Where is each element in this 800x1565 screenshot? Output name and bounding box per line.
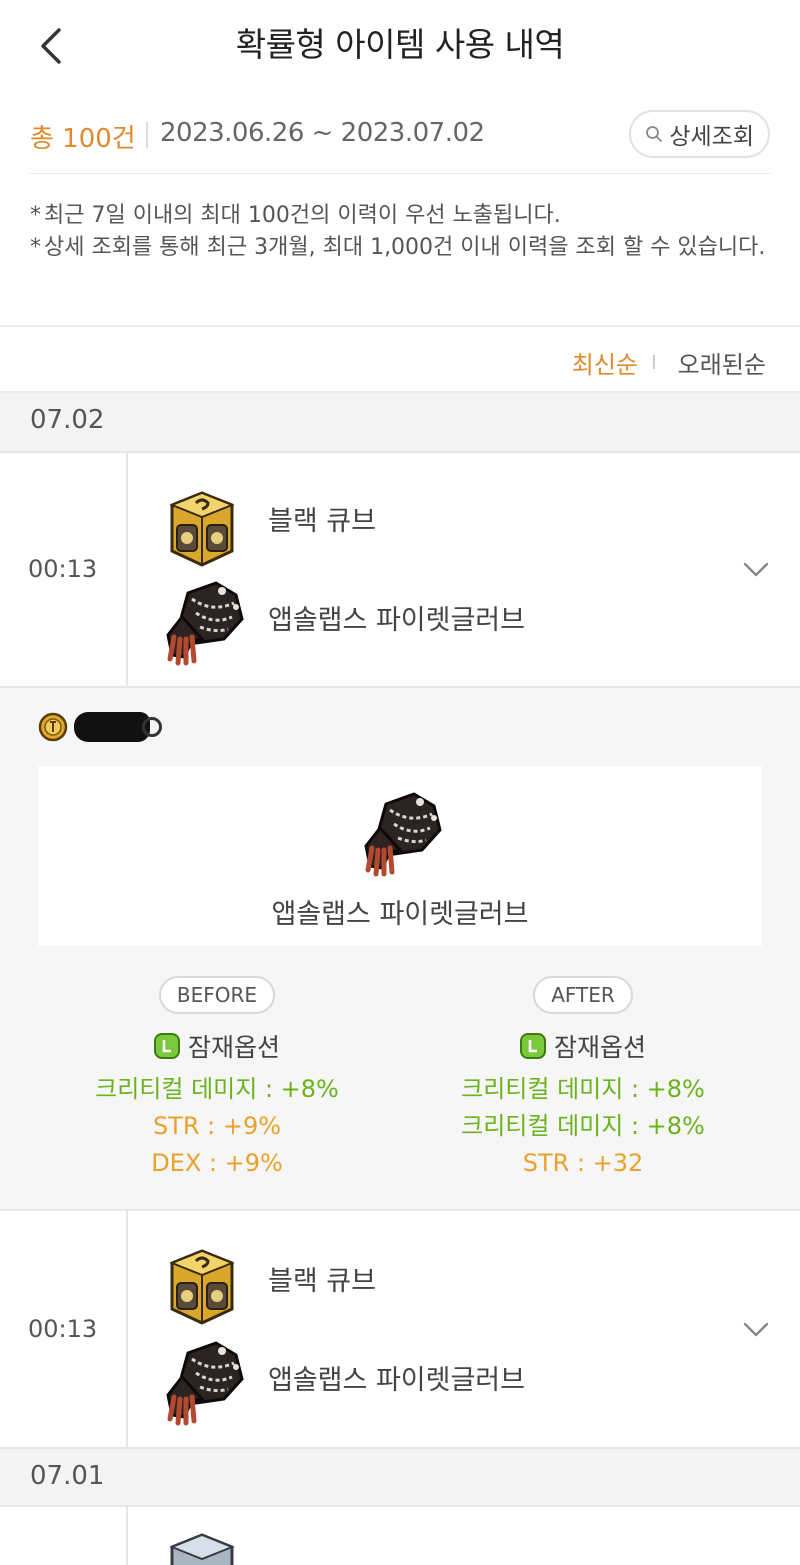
option-line: DEX : +9% [151,1149,283,1177]
option-line: 크리티컬 데미지 : +8% [461,1112,705,1140]
cube-icon [160,1529,244,1565]
chevron-down-icon[interactable] [742,1315,770,1343]
total-count: 총 100건 [30,124,136,154]
divider [146,122,148,148]
black-cube-icon [160,487,244,571]
notice-line: * 최근 7일 이내의 최대 100건의 이력이 우선 노출됩니다. [30,203,561,228]
sort-bar: 최신순 오래된순 [0,325,800,393]
after-column: AFTER 잠재옵션 크리티컬 데미지 : +8% 크리티컬 데미지 : +8%… [403,976,763,1182]
after-label: AFTER [533,976,633,1014]
sort-oldest-button[interactable]: 오래된순 [678,345,766,380]
sort-newest-button[interactable]: 최신순 [572,345,638,380]
cube-name: 블랙 큐브 [268,506,376,537]
redacted-name-tail [142,717,162,737]
date-group-header: 07.02 [0,393,800,453]
option-line: STR : +9% [152,1112,282,1140]
option-line: 크리티컬 데미지 : +8% [461,1075,705,1103]
glove-item-icon [350,784,446,880]
item-name: 앱솔랩스 파이렛글러브 [268,605,525,636]
before-label: BEFORE [158,976,276,1014]
entry-time: 00:13 [28,555,98,583]
legendary-grade-icon [519,1033,546,1059]
item-card-name: 앱솔랩스 파이렛글러브 [271,899,529,930]
detail-search-label: 상세조회 [669,124,754,150]
detail-search-button[interactable]: 상세조회 [629,110,770,158]
before-column: BEFORE 잠재옵션 크리티컬 데미지 : +8% STR : +9% DEX… [37,976,397,1182]
black-cube-icon [160,1245,244,1329]
character-info [38,712,162,742]
potential-grade: 잠재옵션 [37,1031,397,1062]
search-icon [646,126,663,142]
glove-item-icon [152,1333,248,1429]
glove-item-icon [152,573,248,669]
potential-grade: 잠재옵션 [403,1031,763,1062]
item-name: 앱솔랩스 파이렛글러브 [268,1365,525,1396]
history-entry[interactable]: 00:13 블랙 큐브 앱솔랩스 파이렛글러브 [0,453,800,688]
item-card: 앱솔랩스 파이렛글러브 [38,766,762,946]
chevron-down-icon[interactable] [742,555,770,583]
date-range: 2023.06.26 ~ 2023.07.02 [160,118,485,148]
option-line: 크리티컬 데미지 : +8% [95,1075,339,1103]
coin-icon [38,712,68,742]
entry-detail-panel: 앱솔랩스 파이렛글러브 BEFORE 잠재옵션 크리티컬 데미지 : +8% S… [0,688,800,1211]
divider [653,355,655,369]
notice-line: * 상세 조회를 통해 최근 3개월, 최대 1,000건 이내 이력을 조회 할… [30,235,766,260]
option-line: STR : +32 [522,1149,644,1177]
summary-bar: 총 100건 2023.06.26 ~ 2023.07.02 상세조회 [30,100,770,174]
app-header: 확률형 아이템 사용 내역 [0,0,800,95]
entry-time: 00:13 [28,1315,98,1343]
history-entry[interactable] [0,1507,800,1565]
redacted-name [74,712,150,742]
history-entry[interactable]: 00:13 블랙 큐브 앱솔랩스 파이렛글러브 [0,1211,800,1449]
page-title: 확률형 아이템 사용 내역 [235,25,565,64]
legendary-grade-icon [153,1033,180,1059]
date-group-header: 07.01 [0,1449,800,1507]
notice: * 최근 7일 이내의 최대 100건의 이력이 우선 노출됩니다. * 상세 조회… [30,200,774,264]
cube-name: 블랙 큐브 [268,1266,376,1297]
